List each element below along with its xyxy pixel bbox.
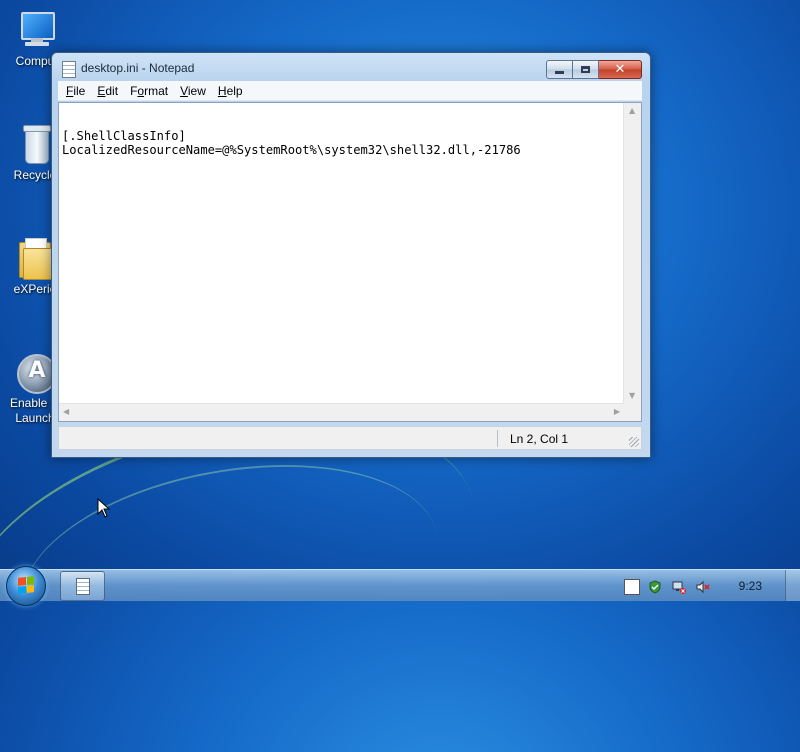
notepad-window: desktop.ini - Notepad ✕ File Edit Format… <box>51 52 651 458</box>
text-editor[interactable]: [.ShellClassInfo] LocalizedResourceName=@… <box>58 102 642 422</box>
system-tray: 9:23 <box>600 570 800 601</box>
close-button[interactable]: ✕ <box>599 60 642 79</box>
scroll-right-icon[interactable]: ▶ <box>614 408 620 416</box>
text-line: LocalizedResourceName=@%SystemRoot%\syst… <box>62 143 521 157</box>
editor-content[interactable]: [.ShellClassInfo] LocalizedResourceName=@… <box>62 129 623 157</box>
scroll-down-icon[interactable]: ▼ <box>629 392 635 400</box>
volume-muted-icon[interactable] <box>696 579 710 594</box>
menu-edit[interactable]: Edit <box>91 82 124 100</box>
horizontal-scrollbar[interactable]: ◀ ▶ <box>59 403 624 421</box>
action-center-icon[interactable] <box>624 579 640 595</box>
minimize-button[interactable] <box>546 60 573 79</box>
vertical-scrollbar[interactable]: ▲ ▼ <box>623 103 641 404</box>
menu-view[interactable]: View <box>174 82 212 100</box>
resize-grip[interactable] <box>629 437 639 447</box>
scroll-left-icon[interactable]: ◀ <box>63 408 69 416</box>
menu-bar: File Edit Format View Help <box>58 81 642 101</box>
mouse-cursor-icon <box>97 498 111 518</box>
taskbar-notepad-button[interactable] <box>60 571 105 601</box>
menu-format[interactable]: Format <box>124 82 174 100</box>
scroll-up-icon[interactable]: ▲ <box>629 107 635 115</box>
network-icon[interactable] <box>672 579 686 594</box>
show-desktop-button[interactable] <box>785 570 800 601</box>
menu-file[interactable]: File <box>60 82 91 100</box>
windows-logo-icon <box>18 576 34 594</box>
security-shield-icon[interactable] <box>648 579 662 594</box>
maximize-icon <box>581 66 590 73</box>
status-divider <box>497 430 498 447</box>
scrollbar-corner <box>624 404 641 421</box>
title-bar[interactable]: desktop.ini - Notepad ✕ <box>52 53 650 83</box>
notepad-icon[interactable] <box>62 61 76 78</box>
maximize-button[interactable] <box>573 60 599 79</box>
clock[interactable]: 9:23 <box>739 579 762 593</box>
notepad-icon <box>76 578 90 595</box>
text-line: [.ShellClassInfo] <box>62 129 186 143</box>
computer-icon <box>13 8 57 52</box>
close-icon: ✕ <box>614 62 626 77</box>
minimize-icon <box>555 70 564 74</box>
cursor-position: Ln 2, Col 1 <box>510 432 569 446</box>
window-title: desktop.ini - Notepad <box>81 61 195 75</box>
menu-help[interactable]: Help <box>212 82 249 100</box>
caption-buttons: ✕ <box>546 60 642 79</box>
status-bar: Ln 2, Col 1 <box>58 426 642 450</box>
start-button[interactable] <box>6 566 46 606</box>
taskbar: 9:23 <box>0 566 800 606</box>
